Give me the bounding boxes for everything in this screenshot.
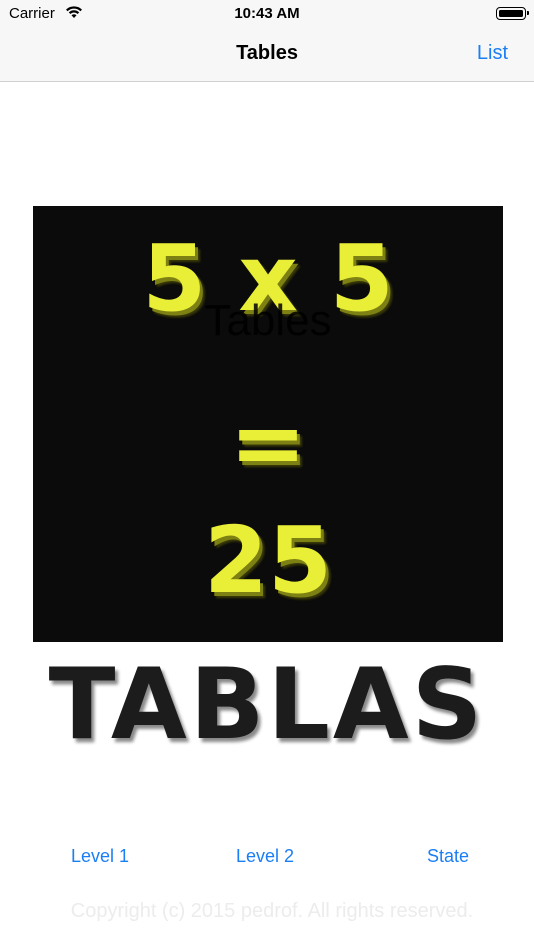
battery-icon [496, 7, 529, 20]
tab-level-2[interactable]: Level 2 [236, 846, 294, 867]
tab-state[interactable]: State [427, 846, 469, 867]
overlay-title: Tables [204, 296, 332, 345]
equation-image: 5 x 5 Tables = 25 [33, 206, 503, 642]
equation-equals: = [229, 389, 307, 496]
page-title: Tables [236, 42, 298, 64]
equation-result: 25 [203, 507, 333, 614]
status-bar: Carrier 10:43 AM [0, 0, 534, 28]
status-time: 10:43 AM [234, 5, 300, 22]
tab-level-1[interactable]: Level 1 [71, 846, 129, 867]
navigation-bar: Tables List [0, 28, 534, 82]
copyright-text: Copyright (c) 2015 pedrof. All rights re… [70, 900, 474, 922]
brand-logo-text: TABLAS [48, 648, 486, 762]
list-button[interactable]: List [477, 42, 508, 65]
